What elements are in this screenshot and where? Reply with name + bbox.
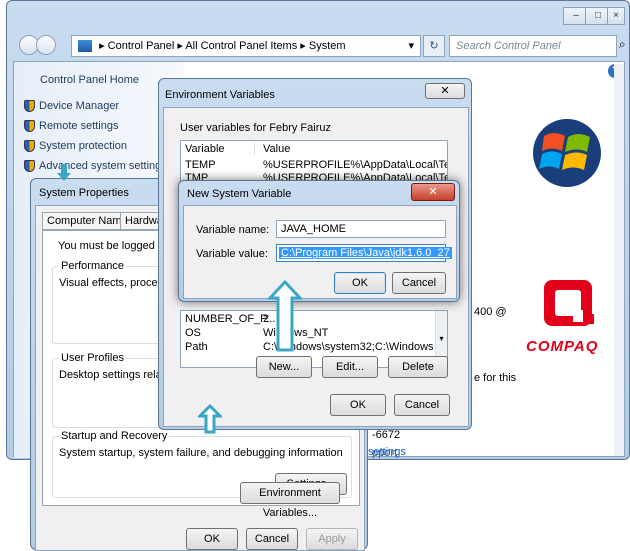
shield-icon bbox=[24, 160, 35, 173]
close-icon[interactable]: ✕ bbox=[425, 83, 465, 99]
shield-icon bbox=[24, 140, 35, 153]
nav-buttons bbox=[19, 35, 59, 57]
variable-name-field[interactable]: JAVA_HOME bbox=[276, 220, 446, 238]
breadcrumb-all-items[interactable]: All Control Panel Items bbox=[185, 40, 297, 52]
env-cancel-button[interactable]: Cancel bbox=[394, 394, 450, 416]
refresh-icon[interactable]: ↻ bbox=[423, 35, 445, 57]
user-profiles-label: User Profiles bbox=[59, 352, 126, 364]
delete-variable-button[interactable]: Delete bbox=[388, 356, 448, 378]
control-panel-icon bbox=[78, 40, 92, 53]
sidebar-item-remote-settings[interactable]: Remote settings bbox=[24, 120, 118, 133]
new-var-body: Variable name: JAVA_HOME Variable value:… bbox=[183, 205, 457, 299]
change-settings-link[interactable]: settings bbox=[368, 446, 406, 458]
env-ok-button[interactable]: OK bbox=[330, 394, 386, 416]
shield-icon bbox=[24, 100, 35, 113]
sidebar-item-device-manager[interactable]: Device Manager bbox=[24, 100, 119, 113]
processor-text: 400 @ bbox=[474, 306, 507, 318]
annotation-arrow-up bbox=[268, 280, 302, 352]
window-controls: – □ × bbox=[563, 7, 625, 25]
env-dialog-title: Environment Variables bbox=[165, 89, 275, 101]
compaq-logo-icon bbox=[540, 278, 600, 337]
help-text: e for this bbox=[474, 372, 517, 384]
new-var-title: New System Variable bbox=[187, 188, 292, 200]
search-icon[interactable]: ⌕ bbox=[619, 37, 626, 52]
variable-value-field[interactable]: C:\Program Files\Java\jdk1.6.0_27 bbox=[276, 244, 452, 262]
sidebar-item-system-protection[interactable]: System protection bbox=[24, 140, 127, 153]
breadcrumb-control-panel[interactable]: Control Panel bbox=[108, 40, 175, 52]
dialog-title: System Properties bbox=[39, 187, 129, 199]
close-icon[interactable]: × bbox=[607, 7, 625, 25]
annotation-arrow-down bbox=[56, 164, 72, 182]
new-system-variable-dialog: New System Variable ✕ Variable name: JAV… bbox=[178, 180, 460, 302]
address-bar[interactable]: ▸ Control Panel ▸ All Control Panel Item… bbox=[71, 35, 421, 57]
forward-icon[interactable] bbox=[36, 35, 56, 55]
new-var-ok-button[interactable]: OK bbox=[334, 272, 386, 294]
new-var-cancel-button[interactable]: Cancel bbox=[392, 272, 446, 294]
col-variable-header[interactable]: Variable bbox=[185, 143, 255, 155]
annotation-arrow-up bbox=[198, 404, 222, 434]
search-input[interactable]: Search Control Panel bbox=[449, 35, 617, 57]
startup-label: Startup and Recovery bbox=[59, 430, 170, 442]
scrollbar[interactable] bbox=[614, 64, 624, 456]
cancel-button[interactable]: Cancel bbox=[246, 528, 298, 550]
user-vars-table[interactable]: Variable Value TEMP %USERPROFILE%\AppDat… bbox=[180, 140, 448, 184]
user-vars-label: User variables for Febry Fairuz bbox=[180, 122, 331, 134]
performance-label: Performance bbox=[59, 260, 126, 272]
chevron-down-icon[interactable]: ▾ bbox=[408, 39, 414, 52]
windows-logo-icon bbox=[532, 118, 602, 191]
compaq-wordmark: COMPAQ bbox=[526, 338, 599, 355]
close-icon[interactable]: ✕ bbox=[411, 183, 455, 201]
sidebar-item-advanced-settings[interactable]: Advanced system settings bbox=[24, 160, 167, 173]
shield-icon bbox=[24, 120, 35, 133]
environment-variables-button[interactable]: Environment Variables... bbox=[240, 482, 340, 519]
startup-text: System startup, system failure, and debu… bbox=[59, 447, 343, 459]
new-variable-button[interactable]: New... bbox=[256, 356, 312, 378]
ok-button[interactable]: OK bbox=[186, 528, 238, 550]
breadcrumb-system[interactable]: System bbox=[309, 40, 346, 52]
variable-name-label: Variable name: bbox=[196, 224, 270, 236]
phone-text: -6672 bbox=[372, 429, 401, 441]
edit-variable-button[interactable]: Edit... bbox=[322, 356, 378, 378]
col-value-header[interactable]: Value bbox=[263, 143, 290, 155]
sidebar-title[interactable]: Control Panel Home bbox=[40, 74, 139, 86]
variable-value-label: Variable value: bbox=[196, 248, 268, 260]
apply-button[interactable]: Apply bbox=[306, 528, 358, 550]
